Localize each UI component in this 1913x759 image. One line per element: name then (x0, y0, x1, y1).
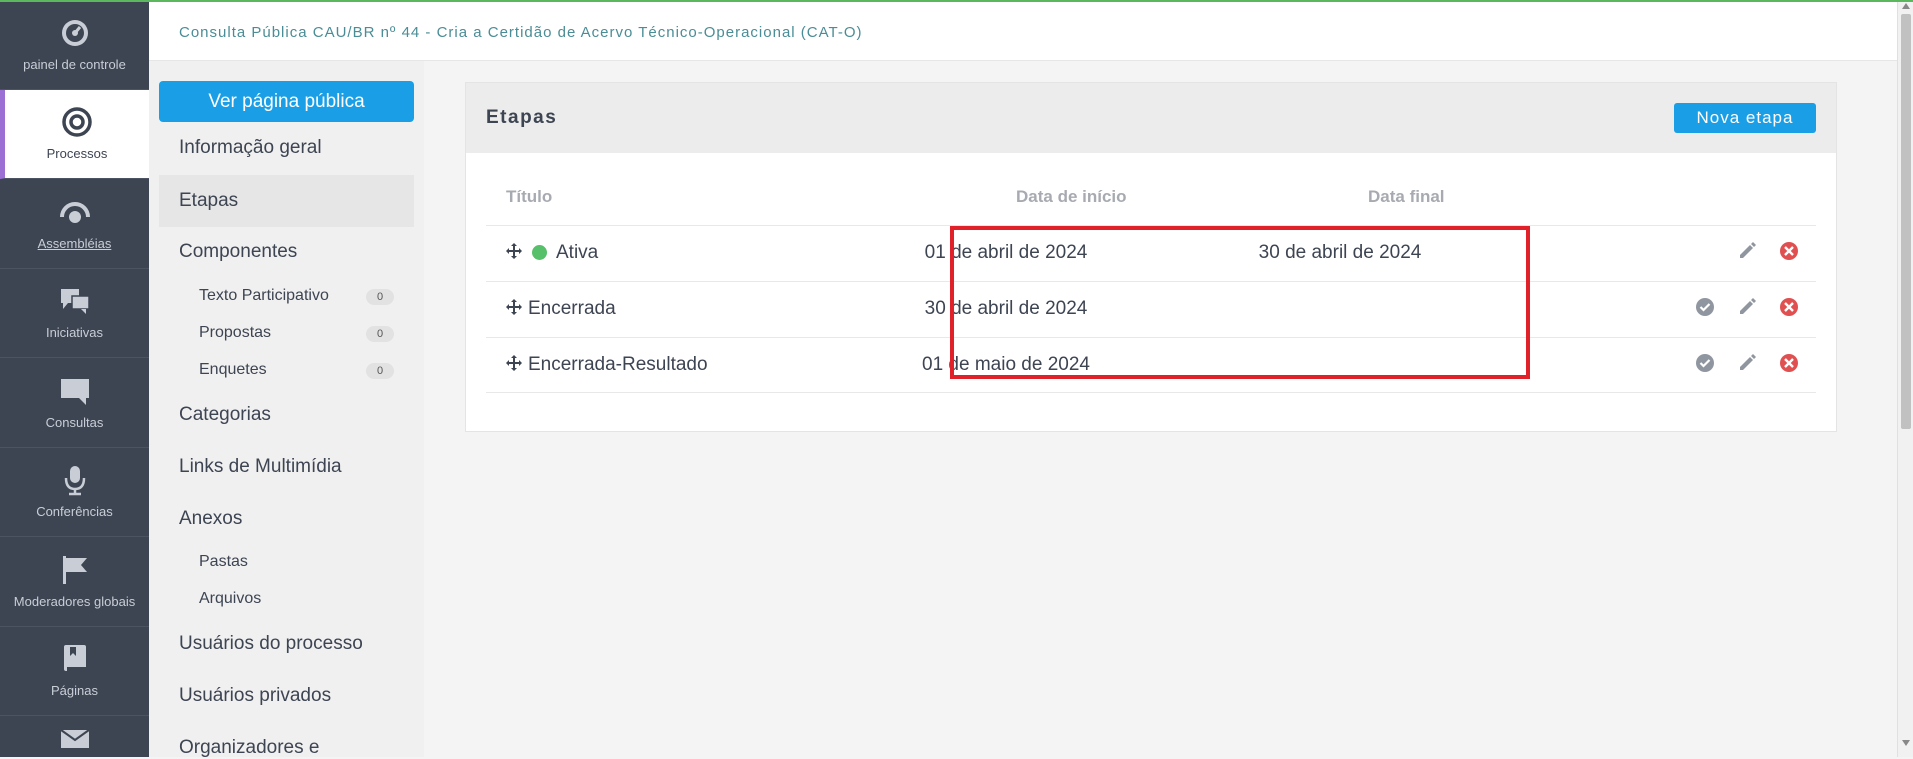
active-status-dot (532, 245, 547, 260)
process-title: Consulta Pública CAU/BR nº 44 - Cria a C… (179, 24, 863, 41)
nav-item-processes[interactable]: Processos (0, 89, 149, 179)
card-title: Etapas (486, 107, 558, 128)
nav-item-global-moderators[interactable]: Moderadores globais (0, 537, 149, 627)
process-subnav: Ver página pública Informação geral Etap… (149, 61, 424, 759)
nav-item-label: Iniciativas (45, 325, 104, 341)
nav-item-label: Conferências (36, 504, 113, 520)
nav-item-label: painel de controle (23, 56, 126, 72)
subnav-item-anexos[interactable]: Anexos (179, 508, 242, 530)
nav-item-conferences[interactable]: Conferências (0, 448, 149, 537)
envelope-icon (59, 728, 91, 748)
activate-icon[interactable] (1694, 296, 1716, 318)
subnav-item-componentes[interactable]: Componentes (179, 241, 297, 263)
scroll-up-arrow-icon[interactable] (1902, 3, 1910, 9)
subnav-item-organizadores[interactable]: Organizadores e (179, 737, 319, 759)
column-header-end: Data final (1368, 187, 1445, 206)
move-icon[interactable] (506, 299, 522, 315)
step-title: Ativa (556, 242, 599, 263)
edit-icon[interactable] (1736, 240, 1758, 262)
count-badge: 0 (366, 326, 394, 342)
nav-item-assemblies[interactable]: Assembléias (0, 179, 149, 269)
column-header-title: Título (506, 187, 553, 206)
target-icon (61, 106, 93, 138)
nav-item-label: Consultas (45, 414, 104, 430)
view-public-page-button[interactable]: Ver página pública (159, 81, 414, 122)
scrollbar-thumb[interactable] (1901, 14, 1911, 429)
subnav-item-enquetes[interactable]: Enquetes (199, 361, 267, 379)
subnav-item-info[interactable]: Informação geral (179, 137, 322, 159)
subnav-item-texto-participativo[interactable]: Texto Participativo (199, 287, 329, 305)
subnav-item-pastas[interactable]: Pastas (199, 553, 248, 571)
book-icon (59, 643, 91, 675)
main-sidebar: painel de controle Processos Assembléias… (0, 0, 149, 757)
scroll-down-arrow-icon[interactable] (1902, 740, 1910, 746)
subnav-item-usuarios-privados[interactable]: Usuários privados (179, 685, 331, 707)
column-header-start: Data de início (1016, 187, 1127, 206)
chat-bubbles-icon (59, 285, 91, 317)
page-header: Consulta Pública CAU/BR nº 44 - Cria a C… (149, 0, 1897, 61)
edit-icon[interactable] (1736, 296, 1758, 318)
card-header: Etapas Nova etapa (466, 83, 1836, 153)
subnav-item-usuarios-processo[interactable]: Usuários do processo (179, 633, 363, 655)
microphone-icon (59, 464, 91, 496)
nav-item-pages[interactable]: Páginas (0, 627, 149, 716)
annotation-highlight-box (950, 226, 1530, 379)
subnav-item-etapas[interactable]: Etapas (159, 175, 414, 227)
subnav-item-links[interactable]: Links de Multimídia (179, 456, 342, 478)
vertical-scrollbar[interactable] (1897, 0, 1913, 757)
count-badge: 0 (366, 363, 394, 379)
nav-item-initiatives[interactable]: Iniciativas (0, 269, 149, 358)
assembly-icon (59, 196, 91, 228)
delete-icon[interactable] (1778, 296, 1800, 318)
edit-icon[interactable] (1736, 352, 1758, 374)
nav-item-messages[interactable] (0, 716, 149, 756)
nav-item-dashboard[interactable]: painel de controle (0, 0, 149, 90)
step-title: Encerrada-Resultado (528, 354, 708, 375)
subnav-item-categorias[interactable]: Categorias (179, 404, 271, 426)
move-icon[interactable] (506, 243, 522, 259)
speech-bubble-icon (59, 375, 91, 407)
step-title: Encerrada (528, 298, 616, 319)
delete-icon[interactable] (1778, 352, 1800, 374)
new-step-button[interactable]: Nova etapa (1674, 103, 1816, 133)
nav-item-label: Processos (46, 146, 108, 162)
count-badge: 0 (366, 289, 394, 305)
top-accent-line (0, 0, 1913, 2)
move-icon[interactable] (506, 355, 522, 371)
subnav-item-arquivos[interactable]: Arquivos (199, 590, 261, 608)
nav-item-label: Moderadores globais (13, 593, 136, 609)
activate-icon[interactable] (1694, 352, 1716, 374)
subnav-item-propostas[interactable]: Propostas (199, 324, 271, 342)
nav-item-label: Assembléias (37, 235, 112, 251)
dashboard-icon (59, 17, 91, 49)
delete-icon[interactable] (1778, 240, 1800, 262)
flag-icon (59, 554, 91, 586)
nav-item-consultations[interactable]: Consultas (0, 358, 149, 448)
nav-item-label: Páginas (51, 683, 98, 699)
